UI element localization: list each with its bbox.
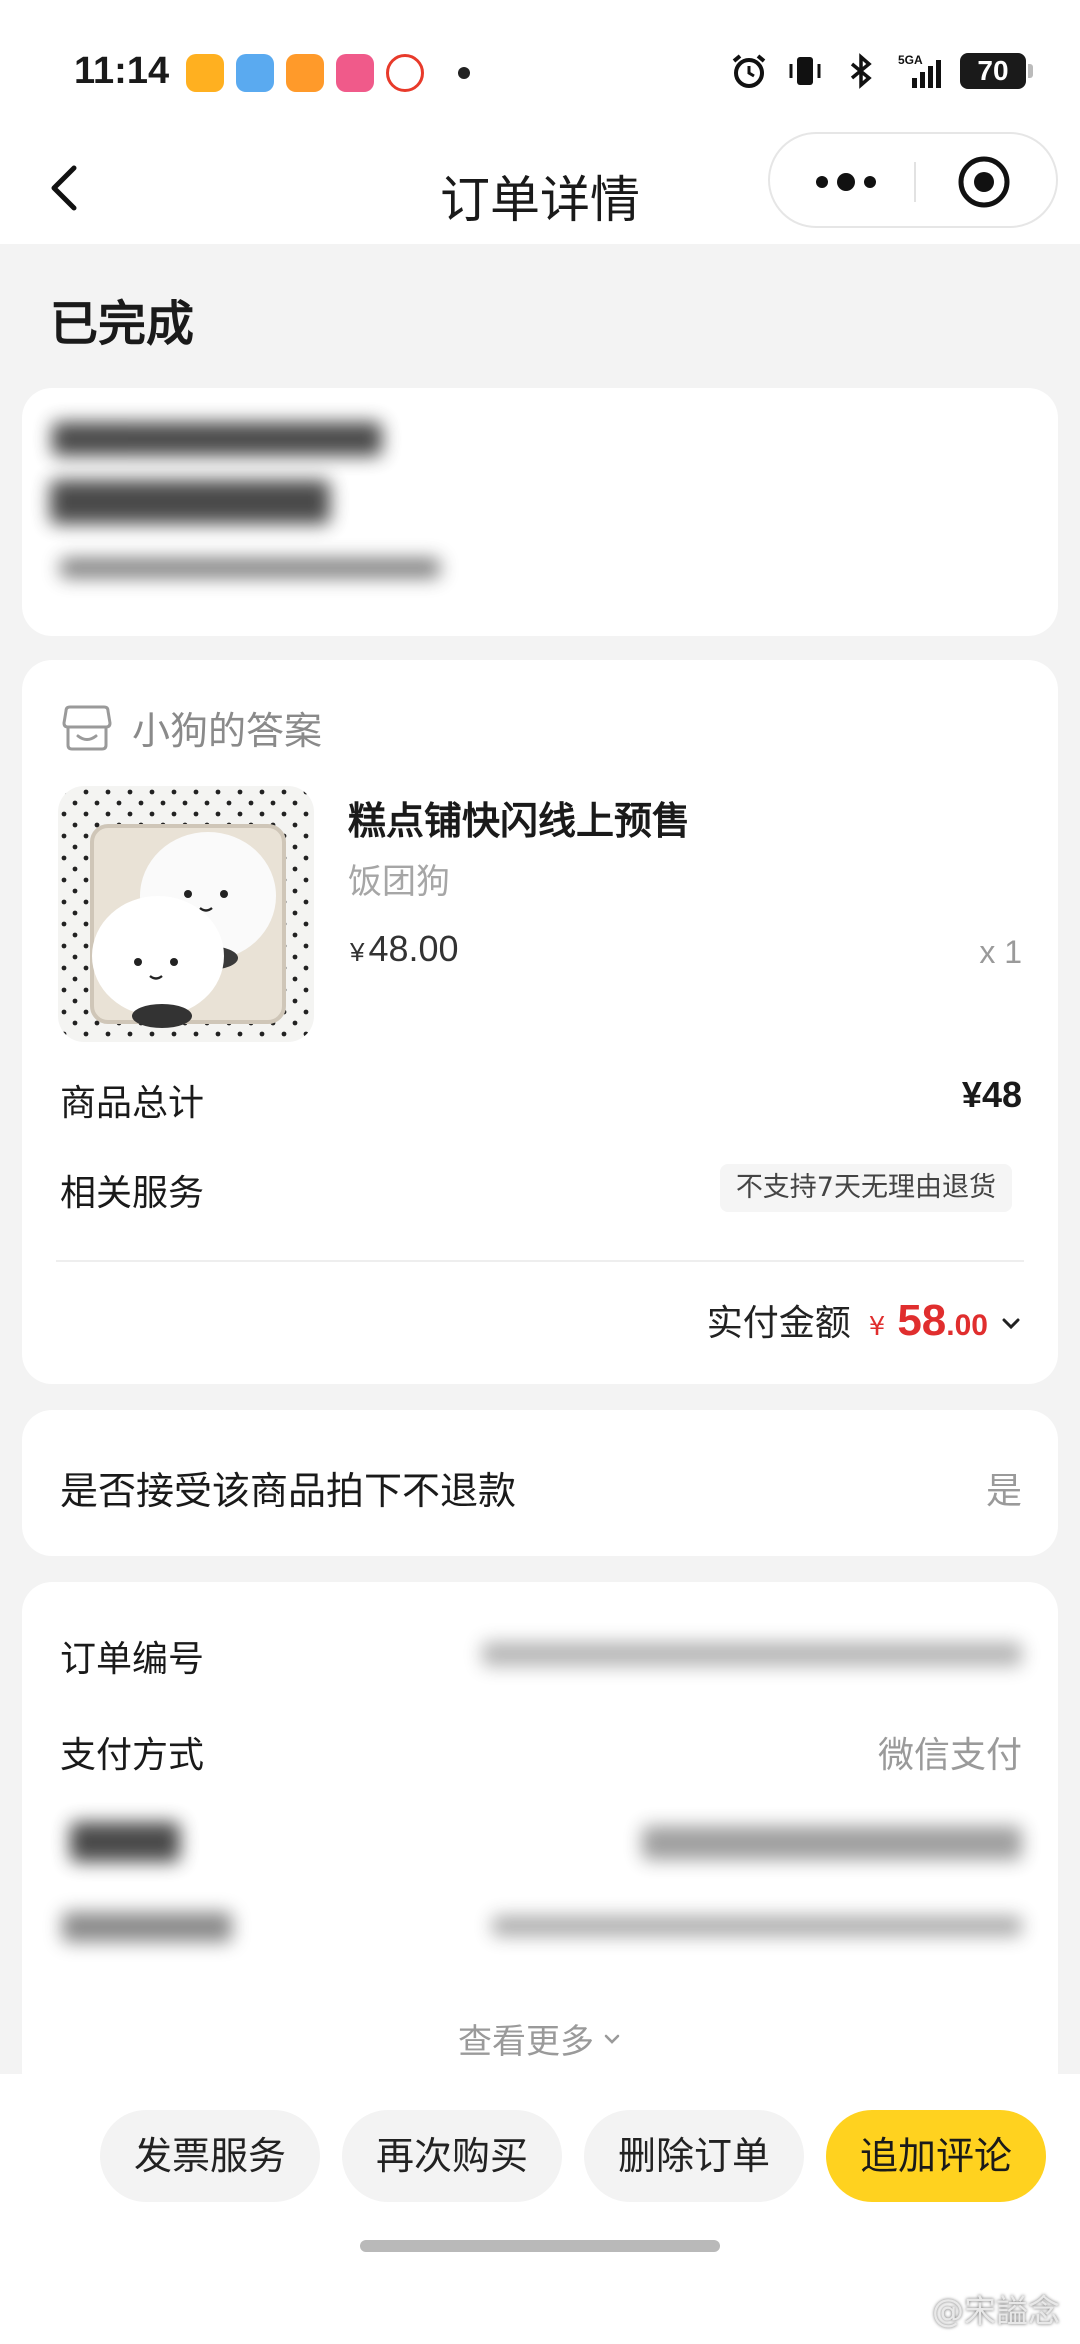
status-time: 11:14 <box>74 50 170 92</box>
watermark: @宋謚念 <box>931 2292 1060 2330</box>
goods-total-label: 商品总计 <box>60 1083 205 1124</box>
more-notifications-icon <box>458 67 470 79</box>
goods-total-value: ¥48 <box>961 1074 1022 1115</box>
goods-title[interactable]: 糕点铺快闪线上预售 <box>348 790 690 845</box>
panda-app-icon <box>386 54 424 92</box>
game-app-icon <box>336 54 374 92</box>
chevron-down-icon <box>604 2034 620 2044</box>
redacted-row-value <box>642 1826 1022 1860</box>
paid-amount-decimal: .00 <box>946 1309 988 1342</box>
vibrate-icon <box>789 57 821 85</box>
shop-row[interactable]: 小狗的答案 <box>60 700 322 755</box>
nav-bar: 订单详情 <box>0 132 1080 244</box>
mini-program-capsule <box>768 132 1058 228</box>
redacted-phone <box>50 480 330 524</box>
paid-label: 实付金额 <box>706 1303 851 1344</box>
notes-app-icon <box>286 54 324 92</box>
paid-currency: ¥ <box>868 1312 886 1342</box>
refund-answer: 是 <box>985 1471 1022 1512</box>
address-card[interactable] <box>22 388 1058 636</box>
refund-question: 是否接受该商品拍下不退款 <box>60 1469 517 1513</box>
capsule-divider <box>914 162 916 202</box>
order-number-label: 订单编号 <box>60 1639 205 1680</box>
redacted-order-number <box>482 1642 1022 1666</box>
refund-policy-card: 是否接受该商品拍下不退款 是 <box>22 1410 1058 1556</box>
network-type: 5GA <box>898 53 923 67</box>
status-bar: 11:14 5GA 70 <box>0 0 1080 132</box>
service-label: 相关服务 <box>60 1173 205 1214</box>
redacted-name <box>52 422 382 456</box>
weather-app-icon <box>236 54 274 92</box>
service-tag: 不支持7天无理由退货 <box>719 1164 1012 1212</box>
rice-ball-dog-plush-image <box>58 786 314 1042</box>
redacted-address <box>60 558 440 578</box>
view-more-button[interactable]: 查看更多 <box>22 2014 1058 2063</box>
system-icons: 5GA 70 <box>730 52 1033 90</box>
notification-icons <box>186 54 470 92</box>
goods-price: ¥48.00 <box>350 928 459 970</box>
currency-symbol: ¥ <box>350 937 365 967</box>
payment-method-value: 微信支付 <box>877 1735 1022 1776</box>
more-dots-icon[interactable] <box>806 160 886 204</box>
payment-method-label: 支付方式 <box>60 1735 205 1776</box>
shop-icon <box>62 705 112 750</box>
add-review-button[interactable]: 追加评论 <box>826 2110 1046 2202</box>
buy-again-button[interactable]: 再次购买 <box>342 2110 562 2202</box>
redacted-transaction-label <box>62 1912 232 1942</box>
bottom-action-bar: 发票服务 再次购买 删除订单 追加评论 <box>0 2074 1080 2344</box>
delete-order-button[interactable]: 删除订单 <box>584 2110 804 2202</box>
close-target-icon[interactable] <box>956 154 1012 210</box>
goods-image[interactable] <box>58 786 314 1042</box>
order-status: 已完成 <box>50 296 195 352</box>
signal-5ga-icon: 5GA <box>898 53 941 88</box>
chevron-down-icon <box>1002 1318 1020 1330</box>
home-indicator[interactable] <box>360 2240 720 2252</box>
goods-quantity: x 1 <box>979 934 1022 970</box>
divider <box>56 1260 1024 1262</box>
redacted-transaction-value <box>492 1916 1022 1936</box>
shop-name: 小狗的答案 <box>132 709 323 753</box>
bluetooth-icon <box>850 53 872 89</box>
paid-amount-row[interactable]: 实付金额 ¥ 58 .00 <box>707 1294 1022 1346</box>
goods-price-value: 48.00 <box>368 928 459 969</box>
battery-icon: 70 <box>960 53 1033 89</box>
view-more-text: 查看更多 <box>458 2022 594 2062</box>
redacted-row-label <box>70 1822 180 1862</box>
alarm-icon <box>732 54 766 88</box>
paid-amount-integer: 58 <box>897 1296 947 1345</box>
goods-card: 小狗的答案 糕点铺快闪线上预售 饭团狗 ¥ 48.00 x 1 商品总计 ¥48… <box>22 660 1058 1384</box>
video-app-icon <box>186 54 224 92</box>
goods-spec: 饭团狗 <box>348 862 450 902</box>
order-info-card: 订单编号 支付方式 微信支付 查看更多 <box>22 1582 1058 2102</box>
invoice-service-button[interactable]: 发票服务 <box>100 2110 320 2202</box>
